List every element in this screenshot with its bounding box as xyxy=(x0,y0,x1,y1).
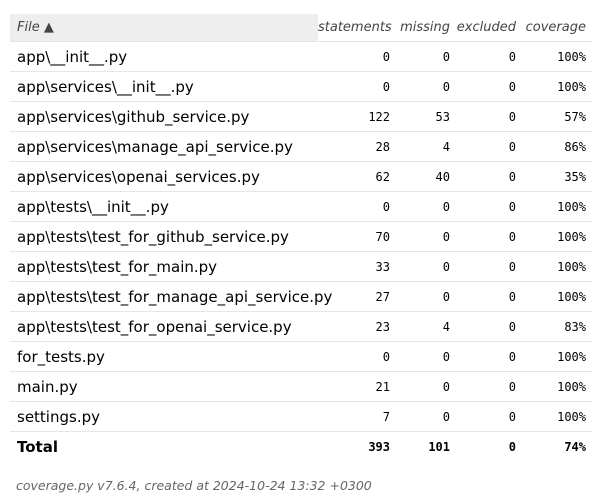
coverage-cell: 100% xyxy=(522,341,592,372)
file-cell[interactable]: app\__init__.py xyxy=(10,41,318,72)
report-footer: coverage.py v7.6.4, created at 2024-10-2… xyxy=(16,478,372,493)
excluded-cell: 0 xyxy=(456,251,522,282)
table-row: app\tests\test_for_github_service.py 70 0 0… xyxy=(10,221,592,252)
table-row: app\tests\test_for_openai_service.py 23 4 0… xyxy=(10,311,592,342)
coverage-report: File ▲ statements missing excluded cover… xyxy=(10,14,592,462)
table-row: app\tests\test_for_main.py 33 0 0 100% xyxy=(10,251,592,282)
statements-cell: 21 xyxy=(318,371,396,402)
coverage-cell: 100% xyxy=(522,221,592,252)
excluded-cell: 0 xyxy=(456,71,522,102)
file-cell[interactable]: app\tests\test_for_github_service.py xyxy=(10,221,318,252)
table-row: app\services\github_service.py 122 53 0 57% xyxy=(10,101,592,132)
file-cell[interactable]: app\services\__init__.py xyxy=(10,71,318,102)
statements-cell: 62 xyxy=(318,161,396,192)
statements-cell: 0 xyxy=(318,191,396,222)
total-coverage: 74% xyxy=(564,440,586,454)
excluded-cell: 0 xyxy=(456,101,522,132)
statements-cell: 33 xyxy=(318,251,396,282)
table-row: app\__init__.py 0 0 0 100% xyxy=(10,41,592,72)
file-cell[interactable]: app\services\github_service.py xyxy=(10,101,318,132)
table-row: for_tests.py 0 0 0 100% xyxy=(10,341,592,372)
total-excluded: 0 xyxy=(508,440,516,454)
coverage-table: File ▲ statements missing excluded cover… xyxy=(10,14,592,462)
missing-cell: 0 xyxy=(396,251,456,282)
missing-cell: 53 xyxy=(396,101,456,132)
coverage-cell: 35% xyxy=(522,161,592,192)
missing-cell: 4 xyxy=(396,311,456,342)
total-row: Total 393 101 0 74% xyxy=(10,432,592,463)
total-label: Total xyxy=(17,438,58,456)
table-row: app\services\manage_api_service.py 28 4 0 86… xyxy=(10,131,592,162)
coverage-cell: 100% xyxy=(522,251,592,282)
statements-cell: 122 xyxy=(318,101,396,132)
missing-cell: 0 xyxy=(396,401,456,432)
table-footer: Total 393 101 0 74% xyxy=(10,432,592,463)
table-row: app\tests\__init__.py 0 0 0 100% xyxy=(10,191,592,222)
excluded-cell: 0 xyxy=(456,41,522,72)
table-header: File ▲ statements missing excluded cover… xyxy=(10,14,592,42)
coverage-cell: 100% xyxy=(522,281,592,312)
total-missing: 101 xyxy=(428,440,450,454)
excluded-cell: 0 xyxy=(456,341,522,372)
file-cell[interactable]: main.py xyxy=(10,371,318,402)
table-body: app\__init__.py 0 0 0 100% app\services\__ini… xyxy=(10,41,592,432)
file-cell[interactable]: app\tests\test_for_openai_service.py xyxy=(10,311,318,342)
table-row: main.py 21 0 0 100% xyxy=(10,371,592,402)
excluded-cell: 0 xyxy=(456,311,522,342)
missing-cell: 0 xyxy=(396,191,456,222)
file-cell[interactable]: settings.py xyxy=(10,401,318,432)
file-cell[interactable]: app\tests\test_for_manage_api_service.py xyxy=(10,281,332,312)
total-statements: 393 xyxy=(368,440,390,454)
coverage-cell: 100% xyxy=(522,71,592,102)
excluded-column-header[interactable]: excluded xyxy=(456,14,522,42)
file-cell[interactable]: app\services\openai_services.py xyxy=(10,161,318,192)
missing-cell: 0 xyxy=(396,341,456,372)
excluded-cell: 0 xyxy=(456,221,522,252)
statements-cell: 70 xyxy=(318,221,396,252)
coverage-cell: 57% xyxy=(522,101,592,132)
table-row: app\services\openai_services.py 62 40 0 35% xyxy=(10,161,592,192)
statements-cell: 0 xyxy=(318,71,396,102)
coverage-column-header[interactable]: coverage xyxy=(522,14,592,42)
file-cell[interactable]: app\services\manage_api_service.py xyxy=(10,131,318,162)
file-column-header[interactable]: File ▲ xyxy=(10,14,318,42)
file-cell[interactable]: for_tests.py xyxy=(10,341,318,372)
statements-cell: 0 xyxy=(318,41,396,72)
excluded-cell: 0 xyxy=(456,161,522,192)
missing-column-header[interactable]: missing xyxy=(396,14,456,42)
file-cell[interactable]: app\tests\__init__.py xyxy=(10,191,318,222)
statements-cell: 7 xyxy=(318,401,396,432)
missing-cell: 0 xyxy=(396,41,456,72)
coverage-cell: 100% xyxy=(522,191,592,222)
statements-cell: 28 xyxy=(318,131,396,162)
statements-cell: 0 xyxy=(318,341,396,372)
excluded-cell: 0 xyxy=(456,191,522,222)
excluded-cell: 0 xyxy=(456,281,522,312)
excluded-cell: 0 xyxy=(456,371,522,402)
table-row: app\tests\test_for_manage_api_service.py… xyxy=(10,281,592,312)
missing-cell: 0 xyxy=(396,71,456,102)
coverage-cell: 100% xyxy=(522,401,592,432)
coverage-cell: 100% xyxy=(522,371,592,402)
coverage-cell: 100% xyxy=(522,41,592,72)
excluded-cell: 0 xyxy=(456,401,522,432)
statements-cell: 23 xyxy=(318,311,396,342)
missing-cell: 4 xyxy=(396,131,456,162)
statements-column-header[interactable]: statements xyxy=(318,14,396,42)
table-row: settings.py 7 0 0 100% xyxy=(10,401,592,432)
file-cell[interactable]: app\tests\test_for_main.py xyxy=(10,251,318,282)
excluded-cell: 0 xyxy=(456,131,522,162)
coverage-cell: 86% xyxy=(522,131,592,162)
missing-cell: 0 xyxy=(396,281,456,312)
missing-cell: 0 xyxy=(396,221,456,252)
missing-cell: 0 xyxy=(396,371,456,402)
table-row: app\services\__init__.py 0 0 0 100% xyxy=(10,71,592,102)
missing-cell: 40 xyxy=(396,161,456,192)
coverage-cell: 83% xyxy=(522,311,592,342)
